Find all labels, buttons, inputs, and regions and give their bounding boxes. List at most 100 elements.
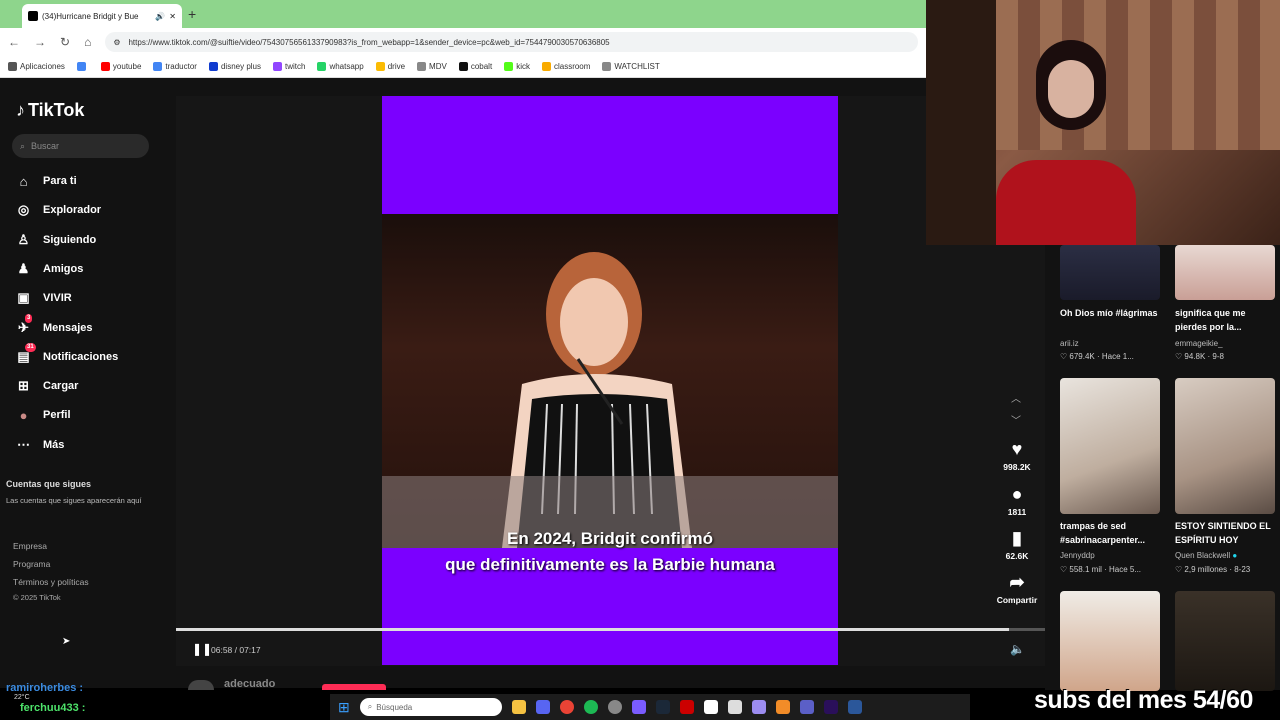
sidebar-item-más[interactable]: ⋯ Más bbox=[16, 435, 64, 455]
steam-icon[interactable] bbox=[655, 700, 670, 714]
volume-icon[interactable]: 🔈 bbox=[1010, 642, 1025, 656]
recommended-stats-3: ♡ 558.1 mil · Hace 5... bbox=[1060, 565, 1142, 574]
bookmark-label: WATCHLIST bbox=[614, 62, 660, 71]
spotify-icon[interactable] bbox=[583, 700, 598, 714]
recommended-author-3[interactable]: Jennyddp bbox=[1060, 551, 1095, 560]
bookmark-youtube[interactable]: youtube bbox=[100, 62, 141, 71]
recommended-thumb-3[interactable] bbox=[1060, 378, 1160, 514]
recommended-author-2[interactable]: emmageikie_ bbox=[1175, 339, 1223, 348]
sidebar-item-explorador[interactable]: ◎ Explorador bbox=[16, 200, 101, 220]
chat-user-2: ferchuu433 : bbox=[20, 702, 86, 714]
notion-icon[interactable] bbox=[727, 700, 742, 714]
sidebar-item-label: Perfil bbox=[43, 409, 71, 422]
recommended-title-3[interactable]: trampas de sed #sabrinacarpenter... bbox=[1060, 519, 1172, 547]
discord-icon[interactable] bbox=[535, 700, 550, 714]
footer-link-programa[interactable]: Programa bbox=[13, 559, 50, 569]
bookmark-icon bbox=[541, 62, 551, 71]
following-description: Las cuentas que sigues aparecerán aquí bbox=[6, 496, 142, 505]
windows-start-icon[interactable]: ⊞ bbox=[338, 699, 350, 716]
recommended-thumb-2[interactable] bbox=[1175, 245, 1275, 300]
messages-icon: ✈ 3 bbox=[18, 314, 33, 335]
webcam-face bbox=[1048, 60, 1094, 118]
bookmark-twitch[interactable]: twitch bbox=[273, 62, 305, 71]
webcam-overlay bbox=[926, 0, 1280, 245]
home-icon: ⌂ bbox=[19, 173, 28, 189]
tab-audio-icon[interactable]: 🔊 bbox=[155, 12, 165, 21]
obs-icon[interactable] bbox=[607, 700, 622, 714]
recommended-author-4[interactable]: Quen Blackwell ● bbox=[1175, 551, 1237, 560]
reload-icon[interactable]: ↻ bbox=[60, 35, 70, 49]
word-icon[interactable] bbox=[847, 700, 862, 714]
sidebar-item-siguiendo[interactable]: ♙ Siguiendo bbox=[16, 230, 97, 250]
bookmark-cobalt[interactable]: cobalt bbox=[458, 62, 493, 71]
home-browser-icon[interactable]: ⌂ bbox=[84, 35, 91, 49]
app-icon[interactable] bbox=[631, 700, 646, 714]
share-button[interactable]: ➦ Compartir bbox=[992, 571, 1042, 606]
bookmark-icon bbox=[76, 62, 86, 71]
bookmark-disney-plus[interactable]: disney plus bbox=[208, 62, 261, 71]
recommended-thumb-1[interactable] bbox=[1060, 245, 1160, 300]
compass-icon: ◎ bbox=[17, 202, 30, 218]
recommended-thumb-5[interactable] bbox=[1060, 591, 1160, 691]
bookmark-kick[interactable]: kick bbox=[504, 62, 530, 71]
bookmark-mdv[interactable]: MDV bbox=[417, 62, 447, 71]
chevron-down-icon[interactable]: ﹀ bbox=[1011, 412, 1021, 427]
premiere-icon[interactable] bbox=[823, 700, 838, 714]
bookmark-whatsapp[interactable]: whatsapp bbox=[317, 62, 364, 71]
sidebar-item-notificaciones[interactable]: ▤ 31 Notificaciones bbox=[16, 343, 118, 367]
bookmark-watchlist[interactable]: WATCHLIST bbox=[602, 62, 660, 71]
bookmark-label: cobalt bbox=[470, 62, 493, 71]
comment-button[interactable]: ● 1811 bbox=[1000, 483, 1034, 518]
sidebar-item-vivir[interactable]: ▣ VIVIR bbox=[16, 288, 71, 308]
address-bar[interactable]: ⚙ https://www.tiktok.com/@suiftie/video/… bbox=[105, 32, 918, 52]
tab-title: (34)Hurricane Bridgit y Bue bbox=[42, 11, 139, 21]
new-tab-button[interactable]: + bbox=[188, 6, 196, 22]
teams-icon[interactable] bbox=[799, 700, 814, 714]
file-explorer-icon[interactable] bbox=[511, 700, 526, 714]
pause-icon[interactable]: ❚❚ bbox=[192, 642, 212, 656]
video-frame[interactable]: En 2024, Bridgit confirmó que definitiva… bbox=[382, 96, 838, 665]
sidebar-item-amigos[interactable]: ♟ Amigos bbox=[16, 259, 84, 279]
follow-button[interactable] bbox=[322, 684, 386, 690]
sidebar-item-perfil[interactable]: ● Perfil bbox=[16, 405, 71, 425]
site-info-icon[interactable]: ⚙ bbox=[113, 38, 120, 47]
recommended-thumb-4[interactable] bbox=[1175, 378, 1275, 514]
bookmark-traductor[interactable]: traductor bbox=[153, 62, 197, 71]
recommended-title-1[interactable]: Oh Dios mío #lágrimas bbox=[1060, 306, 1165, 320]
bookmark-drive[interactable]: drive bbox=[375, 62, 405, 71]
search-input[interactable]: ⌕ Buscar bbox=[12, 134, 149, 158]
red-app-icon[interactable] bbox=[679, 700, 694, 714]
like-button[interactable]: ♥ 998.2K bbox=[1000, 438, 1034, 473]
capcut-icon[interactable] bbox=[703, 700, 718, 714]
more-icon: ⋯ bbox=[17, 436, 30, 452]
sidebar-item-para-ti[interactable]: ⌂ Para ti bbox=[16, 171, 77, 191]
taskbar-search-icon: ⌕ bbox=[367, 702, 373, 711]
save-button[interactable]: ▮ 62.6K bbox=[1000, 527, 1034, 562]
bookmark-aplicaciones[interactable]: Aplicaciones bbox=[8, 62, 65, 71]
comment-count: 1811 bbox=[1007, 507, 1027, 517]
chevron-up-icon[interactable]: ︿ bbox=[1011, 390, 1021, 405]
tiktok-logo[interactable]: ♪ TikTok bbox=[16, 100, 84, 121]
bookmark-item-1[interactable] bbox=[76, 62, 89, 71]
recommended-thumb-6[interactable] bbox=[1175, 591, 1275, 691]
taskbar-search[interactable]: ⌕ Búsqueda bbox=[359, 698, 502, 716]
sidebar-item-mensajes[interactable]: ✈ 3 Mensajes bbox=[16, 314, 93, 338]
recommended-title-4[interactable]: ESTOY SINTIENDO EL ESPÍRITU HOY bbox=[1175, 519, 1275, 547]
bookmarks-bar: Aplicaciones youtube traductor disney plus t… bbox=[0, 56, 926, 78]
recommended-title-2[interactable]: significa que me pierdes por la... bbox=[1175, 306, 1275, 334]
search-placeholder: Buscar bbox=[31, 141, 60, 151]
back-icon[interactable]: ← bbox=[8, 35, 20, 49]
browser-tab[interactable]: (34)Hurricane Bridgit y Bue 🔊 ✕ bbox=[22, 4, 182, 28]
notification-badge: 31 bbox=[25, 343, 36, 353]
url-text: https://www.tiktok.com/@suiftie/video/75… bbox=[128, 37, 610, 47]
tab-close-icon[interactable]: ✕ bbox=[169, 12, 176, 21]
chrome-icon[interactable] bbox=[559, 700, 574, 714]
recommended-author-1[interactable]: arii.iz bbox=[1060, 339, 1079, 348]
forward-icon[interactable]: → bbox=[34, 35, 46, 49]
footer-link-empresa[interactable]: Empresa bbox=[13, 541, 47, 551]
footer-link-terminos[interactable]: Términos y políticas bbox=[13, 577, 89, 587]
sidebar-item-cargar[interactable]: ⊞ Cargar bbox=[16, 376, 78, 396]
fl-studio-icon[interactable] bbox=[775, 700, 790, 714]
messenger-icon[interactable] bbox=[751, 700, 766, 714]
bookmark-classroom[interactable]: classroom bbox=[541, 62, 590, 71]
